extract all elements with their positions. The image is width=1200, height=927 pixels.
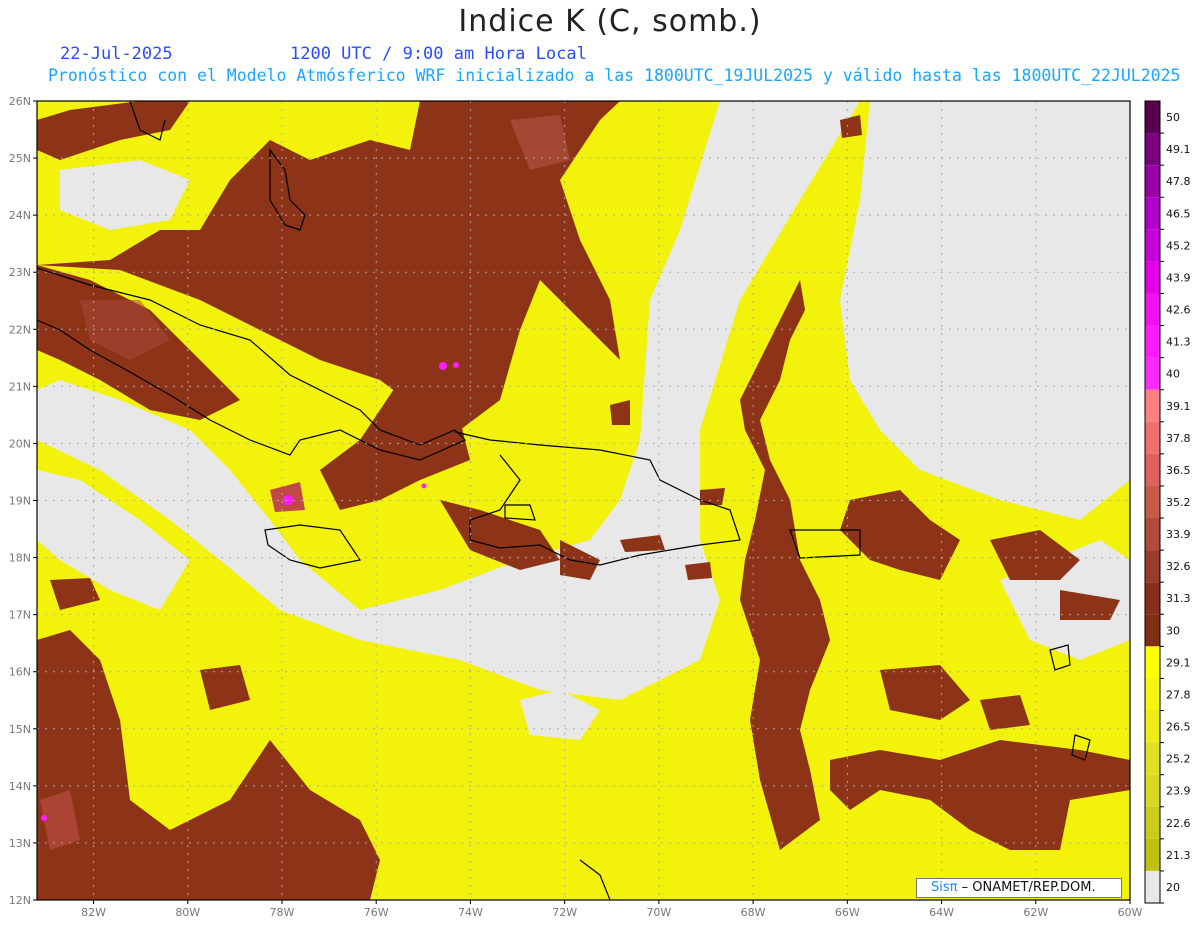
lon-label: 60W: [1118, 906, 1143, 919]
colorbar-swatch: [1145, 453, 1160, 486]
latitude-labels: 12N 13N 14N 15N 16N 17N 18N 19N 20N 21N 22N 23N 24N 2…: [9, 95, 37, 907]
colorbar-swatch: [1145, 165, 1160, 198]
colorbar-label: 35.2: [1166, 496, 1191, 509]
colorbar-swatch: [1145, 357, 1160, 390]
colorbar-label: 23.9: [1166, 785, 1191, 798]
colorbar-swatch: [1145, 806, 1160, 839]
lon-label: 64W: [929, 906, 954, 919]
colorbar-label: 41.3: [1166, 336, 1191, 349]
colorbar-swatch: [1145, 421, 1160, 454]
colorbar-label: 29.1: [1166, 656, 1191, 669]
colorbar-label: 42.6: [1166, 304, 1191, 317]
lat-label: 13N: [9, 837, 31, 850]
lat-label: 16N: [9, 666, 31, 679]
colorbar-label: 27.8: [1166, 688, 1191, 701]
colorbar-swatch: [1145, 774, 1160, 807]
colorbar-label: 32.6: [1166, 560, 1191, 573]
colorbar-label: 33.9: [1166, 528, 1191, 541]
colorbar-swatch: [1145, 518, 1160, 551]
colorbar-swatch: [1145, 582, 1160, 615]
lat-label: 21N: [9, 380, 31, 393]
colorbar-label: 37.8: [1166, 432, 1191, 445]
colorbar-swatch: [1145, 261, 1160, 294]
colorbar-label: 36.5: [1166, 464, 1191, 477]
lat-label: 22N: [9, 323, 31, 336]
lon-label: 68W: [741, 906, 766, 919]
credit-org: – ONAMET/REP.DOM.: [961, 880, 1096, 895]
colorbar-label: 39.1: [1166, 400, 1191, 413]
lat-label: 18N: [9, 552, 31, 565]
sis-logo-text: Sisπ: [931, 880, 958, 895]
lon-label: 74W: [458, 906, 483, 919]
colorbar-label: 50: [1166, 111, 1180, 124]
longitude-labels: 82W 80W 78W 76W 74W 72W 70W 68W 66W 64W 62W 60W: [81, 900, 1143, 919]
credit-box: Sisπ – ONAMET/REP.DOM.: [916, 878, 1122, 898]
colorbar-label: 47.8: [1166, 175, 1191, 188]
lat-label: 15N: [9, 723, 31, 736]
lat-label: 26N: [9, 95, 31, 108]
colorbar-swatch: [1145, 101, 1160, 134]
colorbar-swatch: [1145, 325, 1160, 358]
lat-label: 17N: [9, 609, 31, 622]
lat-label: 23N: [9, 266, 31, 279]
lat-label: 20N: [9, 437, 31, 450]
colorbar-swatch: [1145, 293, 1160, 326]
colorbar-label: 25.2: [1166, 753, 1191, 766]
colorbar-label: 21.3: [1166, 849, 1191, 862]
lon-label: 72W: [552, 906, 577, 919]
lon-label: 82W: [81, 906, 106, 919]
colorbar-label: 20: [1166, 881, 1180, 894]
colorbar-label: 30: [1166, 624, 1180, 637]
colorbar-swatch: [1145, 646, 1160, 679]
colorbar-swatch: [1145, 870, 1160, 903]
lat-label: 19N: [9, 495, 31, 508]
colorbar-label: 31.3: [1166, 592, 1191, 605]
colorbar-swatch: [1145, 550, 1160, 583]
colorbar-label: 26.5: [1166, 721, 1191, 734]
colorbar-swatch: [1145, 485, 1160, 519]
lon-label: 70W: [646, 906, 671, 919]
k-index-map: 12N 13N 14N 15N 16N 17N 18N 19N 20N 21N 22N 23N 24N 2…: [9, 95, 1191, 919]
lat-label: 12N: [9, 894, 31, 907]
lat-label: 14N: [9, 780, 31, 793]
lat-label: 24N: [9, 209, 31, 222]
colorbar-swatch: [1145, 838, 1160, 871]
colorbar-label: 49.1: [1166, 143, 1191, 156]
colorbar-label: 22.6: [1166, 817, 1191, 830]
colorbar-label: 43.9: [1166, 271, 1191, 284]
colorbar-swatch: [1145, 197, 1160, 230]
colorbar-label: 45.2: [1166, 239, 1191, 252]
colorbar-swatch: [1145, 389, 1160, 422]
colorbar-swatch: [1145, 710, 1160, 743]
lon-label: 66W: [835, 906, 860, 919]
lon-label: 80W: [175, 906, 200, 919]
lon-label: 76W: [364, 906, 389, 919]
lon-label: 62W: [1023, 906, 1048, 919]
lon-label: 78W: [270, 906, 295, 919]
lat-label: 25N: [9, 152, 31, 165]
colorbar-label: 40: [1166, 368, 1180, 381]
colorbar-swatch: [1145, 678, 1160, 711]
colorbar-swatch: [1145, 133, 1160, 166]
colorbar-swatch: [1145, 614, 1160, 647]
colorbar-swatch: [1145, 742, 1160, 775]
colorbar-label: 46.5: [1166, 207, 1191, 220]
colorbar-swatch: [1145, 229, 1160, 262]
colorbar: 50 49.1 47.8 46.5 45.2 43.9 42.6 41.3 40 39.1 37.8…: [1144, 100, 1191, 904]
